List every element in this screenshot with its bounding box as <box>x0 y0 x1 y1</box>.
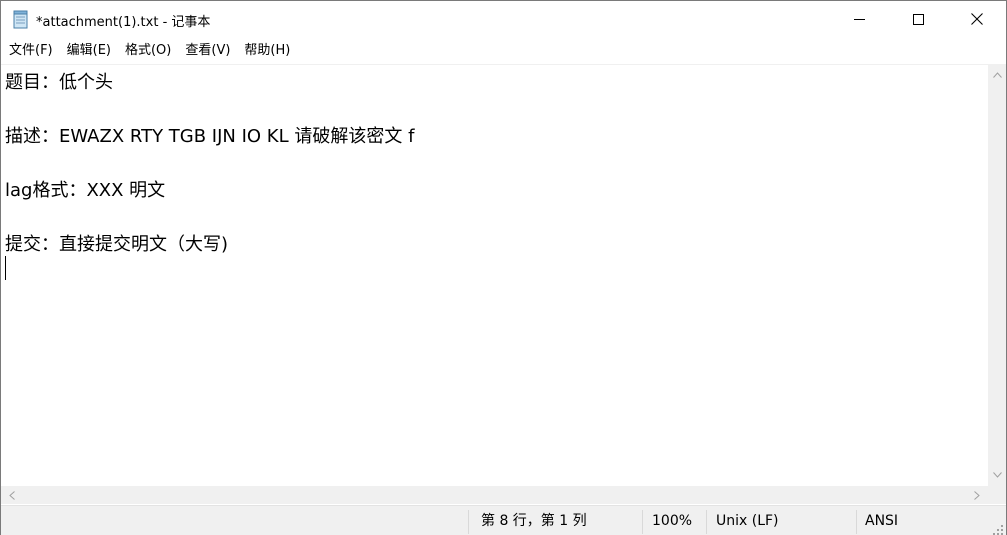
scroll-up-icon[interactable] <box>988 66 1006 84</box>
text-line-3: 描述：EWAZX RTY TGB IJN IO KL 请破解该密文 f <box>5 126 415 147</box>
scroll-down-icon[interactable] <box>988 466 1006 484</box>
horizontal-scrollbar[interactable] <box>1 486 988 504</box>
status-divider <box>856 510 857 534</box>
text-line-7: 提交：直接提交明文（大写) <box>5 234 229 255</box>
maximize-button[interactable] <box>889 1 948 38</box>
status-divider <box>706 510 707 534</box>
notepad-icon <box>12 10 30 29</box>
status-divider <box>642 510 643 534</box>
scroll-right-icon[interactable] <box>968 486 986 504</box>
close-button[interactable] <box>947 1 1006 38</box>
text-line-1: 题目：低个头 <box>5 72 113 93</box>
menu-help[interactable]: 帮助(H) <box>237 39 297 63</box>
text-caret <box>5 256 6 280</box>
status-divider <box>468 510 469 534</box>
minimize-icon <box>854 10 865 29</box>
scrollbar-corner <box>988 486 1006 504</box>
notepad-window: *attachment(1).txt - 记事本 文件(F) 编辑(E) 格式(… <box>0 0 1007 535</box>
maximize-icon <box>913 10 924 29</box>
zoom-level: 100% <box>652 513 693 529</box>
close-icon <box>970 10 983 29</box>
cursor-position: 第 8 行，第 1 列 <box>481 513 587 529</box>
resize-grip-icon[interactable] <box>992 521 1004 535</box>
status-bar: 第 8 行，第 1 列 100% Unix (LF) ANSI <box>1 505 1006 535</box>
menu-format[interactable]: 格式(O) <box>118 39 178 63</box>
line-ending: Unix (LF) <box>716 513 779 529</box>
text-editor[interactable]: 题目：低个头 描述：EWAZX RTY TGB IJN IO KL 请破解该密文… <box>1 64 988 486</box>
encoding: ANSI <box>865 513 899 529</box>
title-bar[interactable]: *attachment(1).txt - 记事本 <box>1 1 1006 38</box>
minimize-button[interactable] <box>830 1 889 38</box>
scroll-left-icon[interactable] <box>3 486 21 504</box>
vertical-scrollbar[interactable] <box>988 64 1006 486</box>
text-line-5: lag格式：XXX 明文 <box>5 180 166 201</box>
window-title: *attachment(1).txt - 记事本 <box>36 15 211 30</box>
menu-file[interactable]: 文件(F) <box>1 39 60 63</box>
menu-bar: 文件(F) 编辑(E) 格式(O) 查看(V) 帮助(H) <box>1 39 1006 63</box>
menu-view[interactable]: 查看(V) <box>178 39 237 63</box>
menu-edit[interactable]: 编辑(E) <box>60 39 118 63</box>
